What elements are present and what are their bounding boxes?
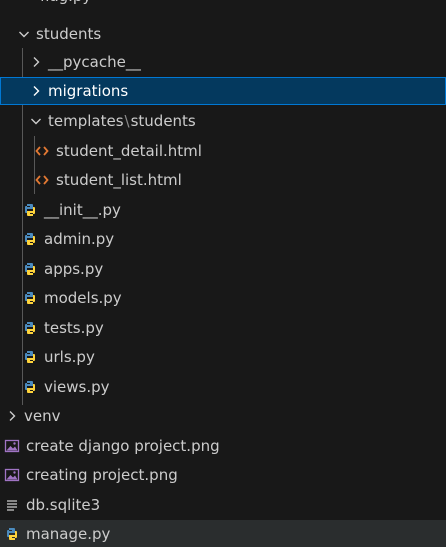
python-icon [4,526,20,542]
tree-file-admin[interactable]: admin.py [0,225,446,253]
chevron-down-icon [16,26,32,42]
tree-item-label: admin.py [44,230,115,248]
compact-folder-separator: \ [124,112,130,130]
tree-file-manage[interactable]: manage.py [0,520,446,547]
tree-file-apps[interactable]: apps.py [0,255,446,283]
python-icon [22,231,38,247]
tree-file-tests[interactable]: tests.py [0,314,446,342]
tree-file-student-list[interactable]: student_list.html [0,166,446,194]
tree-item-label: templates\students [48,107,196,135]
tree-file-student-detail[interactable]: student_detail.html [0,137,446,165]
tree-file-creating-project[interactable]: creating project.png [0,461,446,489]
tree-item-label: create django project.png [26,437,220,455]
tree-item-label: models.py [44,289,122,307]
tree-item-label: views.py [44,378,110,396]
tree-item-label: students [36,25,102,43]
tree-item-label: db.sqlite3 [26,496,101,514]
tree-item-label: urls.py [44,348,95,366]
tree-item-label: flag.py [40,0,91,10]
tree-file-init[interactable]: __init__.py [0,196,446,224]
database-file-icon [4,497,20,513]
html-icon [34,143,50,159]
tree-item-label: venv [24,407,61,425]
tree-item-label: __init__.py [44,201,121,219]
tree-file-urls[interactable]: urls.py [0,343,446,371]
python-icon [22,261,38,277]
chevron-right-icon [4,408,20,424]
tree-item-label: apps.py [44,260,104,278]
tree-folder-pycache[interactable]: __pycache__ [0,48,446,76]
python-icon [22,320,38,336]
image-icon [4,467,20,483]
tree-folder-templates-students[interactable]: templates\students [0,107,446,135]
python-icon [22,379,38,395]
image-icon [4,438,20,454]
python-icon [22,202,38,218]
tree-file-db-sqlite3[interactable]: db.sqlite3 [0,491,446,519]
compact-folder-part[interactable]: students [131,112,196,130]
tree-folder-venv[interactable]: venv [0,402,446,430]
tree-file-create-django-project[interactable]: create django project.png [0,432,446,460]
html-icon [34,172,50,188]
tree-file-views[interactable]: views.py [0,373,446,401]
file-explorer-tree: flag.py students __pycache__ migrations [0,0,446,547]
python-icon [22,349,38,365]
chevron-down-icon [28,113,44,129]
tree-folder-students[interactable]: students [0,20,446,48]
chevron-right-icon [28,54,44,70]
tree-item-partial-file[interactable]: flag.py [0,0,446,10]
tree-item-label: migrations [48,82,129,100]
tree-item-label: creating project.png [26,466,178,484]
tree-item-label: manage.py [26,525,111,543]
tree-file-models[interactable]: models.py [0,284,446,312]
python-icon [22,290,38,306]
compact-folder-part[interactable]: templates [48,112,124,130]
tree-item-label: __pycache__ [48,53,141,71]
tree-folder-migrations[interactable]: migrations [0,77,446,105]
tree-item-label: student_list.html [56,171,182,189]
tree-item-label: student_detail.html [56,142,202,160]
chevron-right-icon [28,83,44,99]
tree-item-label: tests.py [44,319,104,337]
